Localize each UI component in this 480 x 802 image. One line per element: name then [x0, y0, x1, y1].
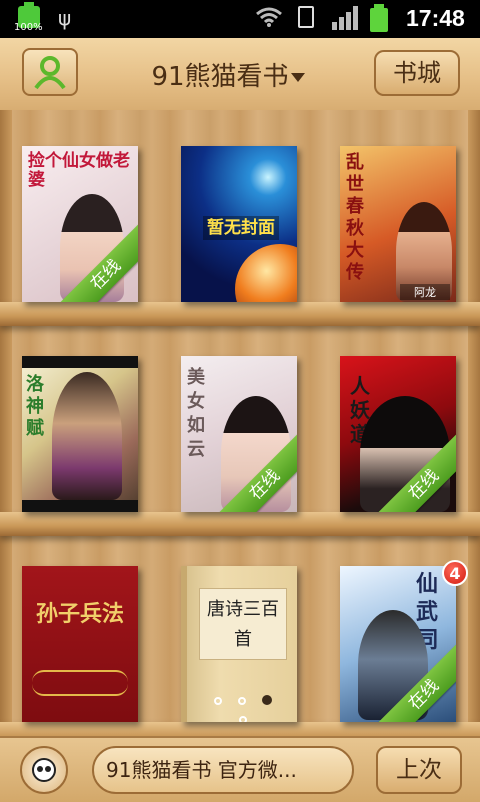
pager-dot	[214, 697, 222, 705]
shelf-plank	[0, 512, 480, 536]
pager-dot-active	[262, 695, 272, 705]
book-title: 孙子兵法	[35, 601, 124, 627]
update-count-badge: 4	[442, 560, 468, 586]
shelf-side-right	[468, 110, 480, 736]
news-ticker[interactable]: 91熊猫看书 官方微...	[92, 746, 354, 794]
book-title: 暂无封面	[203, 216, 279, 240]
cover-pager	[199, 690, 287, 722]
usb-icon: ψ	[58, 6, 72, 30]
book-cover[interactable]: 孙子兵法	[22, 566, 138, 722]
wifi-icon	[256, 7, 282, 27]
shelf-side-left	[0, 110, 12, 736]
cover-ornament	[32, 670, 128, 696]
cover-strip	[22, 356, 138, 368]
book-title: 洛神赋	[26, 374, 44, 439]
book-cover[interactable]: 暂无封面	[181, 146, 297, 302]
cover-illustration	[52, 372, 122, 500]
cover-illustration	[235, 244, 297, 302]
book-title: 乱世春秋大传	[346, 152, 364, 283]
signal-icon	[332, 6, 360, 30]
book-cover[interactable]: 美女如云 在线	[181, 356, 297, 512]
sd-card-icon	[298, 6, 314, 28]
cover-strip	[22, 500, 138, 512]
book-title: 唐诗三百首	[199, 588, 287, 660]
shelf-plank	[0, 302, 480, 326]
battery-percent: 100%	[14, 22, 43, 33]
panda-button[interactable]	[20, 746, 68, 794]
dropdown-arrow-icon	[290, 73, 305, 82]
book-cover[interactable]: 捡个仙女做老婆 在线	[22, 146, 138, 302]
bookstore-button[interactable]: 书城	[374, 50, 460, 96]
last-read-button[interactable]: 上次	[376, 746, 462, 794]
bottom-bar: 91熊猫看书 官方微... 上次	[0, 736, 480, 802]
book-title: 美女如云	[187, 367, 205, 460]
book-author: 阿龙	[400, 284, 450, 300]
book-cover[interactable]: 人妖道 在线	[340, 356, 456, 512]
panda-icon	[32, 758, 56, 782]
app-title: 91熊猫看书	[151, 62, 289, 92]
clock: 17:48	[406, 5, 465, 31]
book-cover[interactable]: 仙武同 在线	[340, 566, 456, 722]
battery-charging-icon	[370, 4, 388, 32]
app-header: 91熊猫看书 书城	[0, 38, 480, 112]
book-cover[interactable]: 乱世春秋大传 阿龙	[340, 146, 456, 302]
pager-dot	[239, 716, 247, 722]
pager-dot	[238, 697, 246, 705]
book-cover[interactable]: 洛神赋	[22, 356, 138, 512]
status-bar: 100% ψ 17:48	[0, 0, 480, 38]
app-title-dropdown[interactable]: 91熊猫看书	[128, 56, 328, 93]
user-icon	[34, 56, 66, 90]
book-cover[interactable]: 唐诗三百首	[181, 566, 297, 722]
profile-button[interactable]	[22, 48, 78, 96]
book-title: 捡个仙女做老婆	[28, 151, 130, 190]
